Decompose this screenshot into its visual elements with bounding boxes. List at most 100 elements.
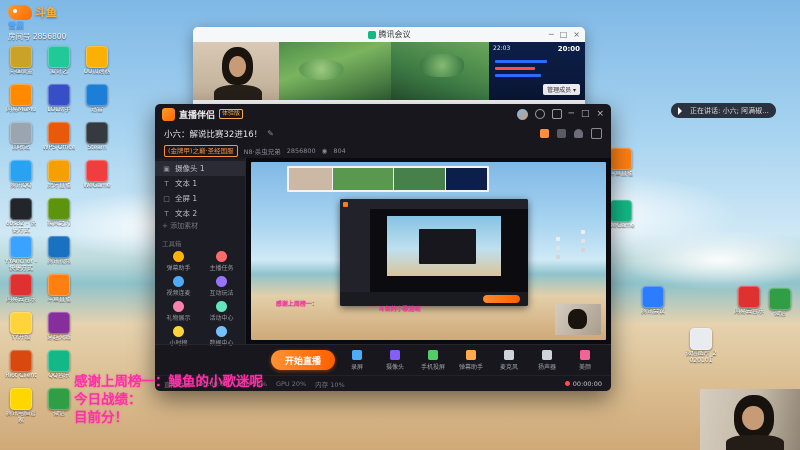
edit-title-icon[interactable]: ✎ — [267, 129, 274, 138]
toolbar-item-label: 麦克风 — [499, 363, 518, 371]
desktop-icon-label: 迅雷 — [90, 107, 103, 113]
desktop-icon[interactable]: YYAnchor - 快捷方式 — [4, 236, 38, 274]
gpu-stat: GPU 20% — [275, 379, 307, 388]
bell-icon[interactable] — [574, 129, 583, 138]
desktop-icon-label: YY升级 — [11, 335, 31, 341]
app-icon — [10, 46, 32, 68]
desktop-icon[interactable]: LOL助手 — [42, 84, 76, 122]
desktop-icon-label: 英雄联盟 — [8, 69, 33, 75]
minimize-button[interactable]: ─ — [569, 109, 574, 119]
scene-item[interactable]: ▣ 摄像头 1 — [155, 161, 245, 176]
desktop-icon-label: 网易MuMu — [6, 107, 36, 113]
live-preview: 感谢上周榜一： 斗鱼的小歌迷呢 — [246, 158, 611, 344]
tool-label: 弹幕助手 — [166, 265, 191, 272]
desktop-icon[interactable]: 穿越火线 — [42, 312, 76, 350]
toolbar-item-label: 弹幕助手 — [458, 363, 483, 371]
desktop-icon-label: WeGame — [607, 223, 635, 229]
tool-item[interactable]: 活动中心 — [200, 301, 243, 322]
tool-item[interactable]: 互动玩法 — [200, 276, 243, 297]
avatar[interactable] — [516, 108, 528, 120]
desktop-icon[interactable]: 网易云音乐 — [732, 286, 766, 316]
desktop-icon[interactable]: 斗鱼直播 — [42, 274, 76, 312]
app-icon — [10, 312, 32, 334]
gift-icon[interactable] — [540, 129, 549, 138]
toolbar-item[interactable]: 扬声器 — [531, 349, 563, 371]
start-streaming-button[interactable]: 开始直播 — [271, 350, 335, 370]
desktop-icon[interactable]: YY升级 — [4, 312, 38, 350]
close-button[interactable]: × — [596, 109, 604, 119]
desktop-icon[interactable]: 爱奇艺 — [42, 46, 76, 84]
tool-icon — [216, 276, 227, 287]
toolbar-item[interactable]: 弹幕助手 — [455, 349, 487, 371]
desktop-icon[interactable]: WPS Office — [42, 122, 76, 160]
category-tag[interactable]: (金牌甲)之巅·圣经国服 — [164, 144, 238, 157]
category-row: (金牌甲)之巅·圣经国服 N8·杀虫兄弟 2856800 ◉ 804 — [155, 143, 611, 158]
app-icon — [48, 122, 70, 144]
settings-icon[interactable] — [551, 109, 562, 119]
toolbar-item[interactable]: 美颜 — [569, 349, 601, 371]
stream-title: 小六：解说比赛32进16！ — [164, 129, 263, 140]
douyu-fish-icon — [8, 4, 32, 20]
maximize-button[interactable]: □ — [581, 109, 590, 119]
help-icon[interactable] — [534, 109, 545, 119]
tool-icon — [173, 276, 184, 287]
maximize-button[interactable]: □ — [560, 30, 568, 39]
desktop-icon[interactable]: 微信图片_2020101 — [684, 328, 718, 365]
person-body — [726, 435, 784, 450]
minimize-button[interactable]: ─ — [549, 30, 554, 39]
desktop-icon[interactable]: UU加速器 — [80, 46, 114, 84]
desktop-icon[interactable]: 微信 — [42, 388, 76, 426]
desktop-icon[interactable]: WeGame — [80, 160, 114, 198]
toolbar-item[interactable]: 录屏 — [341, 349, 373, 371]
desktop-icon[interactable]: obs32 - 快捷方式 — [4, 198, 38, 236]
tool-item[interactable]: 主播任务 — [200, 251, 243, 272]
toolbar-item[interactable]: 手机投屏 — [417, 349, 449, 371]
tool-label: 视频连麦 — [166, 290, 191, 297]
desktop-icon[interactable]: 腾讯视频 — [42, 236, 76, 274]
tool-item[interactable]: 礼物展示 — [157, 301, 200, 322]
desktop-icon-label: 斗鱼直播 — [46, 297, 71, 303]
toolbox-grid: 弹幕助手 主播任务 视频连麦 互动玩法 礼物展示 活动中心 小时榜 数据中心 — [155, 251, 245, 347]
tool-item[interactable]: 弹幕助手 — [157, 251, 200, 272]
desktop-icon[interactable]: 英雄联盟 — [4, 46, 38, 84]
desktop-icon[interactable]: 回收站 — [4, 122, 38, 160]
app-icon — [10, 160, 32, 182]
desktop-icon[interactable]: 腾讯会议 — [636, 286, 670, 316]
desktop-icon[interactable]: Riot Client — [4, 350, 38, 388]
manage-members-button[interactable]: 管理成员 ▾ — [543, 84, 580, 95]
toolbar-item[interactable]: 麦克风 — [493, 349, 525, 371]
desktop-icon-label: 虎牙直播 — [46, 183, 71, 189]
desktop-icon[interactable]: Steam — [80, 122, 114, 160]
tool-item[interactable]: 视频连麦 — [157, 276, 200, 297]
desktop-icon-label: LOL助手 — [47, 107, 71, 113]
record-time: 00:00:00 — [572, 379, 602, 388]
room-number: 房间号 2856800 — [8, 31, 66, 42]
desktop-icon[interactable]: 微信 — [763, 288, 797, 318]
desktop-icon[interactable]: 腾讯QQ — [4, 160, 38, 198]
mem-stat: 内存 10% — [315, 380, 345, 389]
desktop-icon-label: 腾讯电脑管家 — [5, 411, 36, 424]
desktop-icon[interactable]: 网易MuMu — [4, 84, 38, 122]
scene-item[interactable]: T 文本 1 — [155, 176, 245, 191]
toolbar-item[interactable]: 摄像头 — [379, 349, 411, 371]
fullscreen-icon[interactable] — [591, 128, 602, 139]
scene-type-icon: □ — [163, 194, 170, 203]
close-button[interactable]: × — [573, 30, 580, 39]
scene-item[interactable]: □ 全屏 1 — [155, 191, 245, 206]
studio-sidebar: ▣ 摄像头 1 T 文本 1 □ 全屏 1 T 文本 2 + 添加素材 工具箱 … — [155, 158, 246, 347]
desktop-icon[interactable]: 网易云音乐 — [4, 274, 38, 312]
desktop-icon[interactable]: 腾讯电脑管家 — [4, 388, 38, 426]
scene-type-icon: T — [164, 209, 169, 218]
danmaku-line: 感谢上周榜一：鳗鱼的小歌迷呢 — [74, 374, 263, 390]
scene-item[interactable]: T 文本 2 — [155, 206, 245, 221]
desktop-icon[interactable]: QQ音乐 — [42, 350, 76, 388]
desktop-icon[interactable]: 疾风之刃 — [42, 198, 76, 236]
app-icon — [86, 122, 108, 144]
desktop-icon[interactable]: 迅雷 — [80, 84, 114, 122]
app-icon — [48, 160, 70, 182]
desktop-icon[interactable]: 虎牙直播 — [42, 160, 76, 198]
announce-icon[interactable] — [557, 129, 566, 138]
record-dot-icon — [564, 381, 570, 386]
add-source-button[interactable]: + 添加素材 — [155, 221, 245, 231]
toolbar-item-label: 美颜 — [578, 363, 591, 371]
